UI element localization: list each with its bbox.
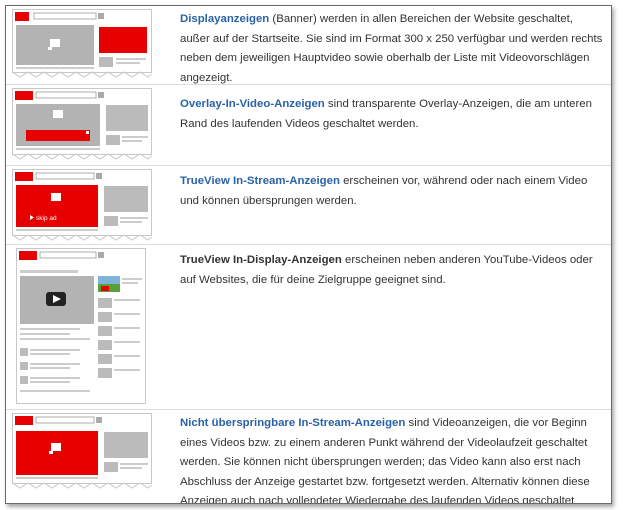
ad-format-description: TrueView In-Display-Anzeigen erscheinen … bbox=[180, 251, 604, 290]
youtube-logo-icon bbox=[15, 91, 33, 100]
ad-format-text: sind Videoanzeigen, die vor Beginn eines… bbox=[180, 417, 590, 504]
ad-format-row-non-skippable: Nicht überspringbare In-Stream-Anzeigen … bbox=[6, 410, 611, 503]
youtube-logo-icon bbox=[19, 251, 37, 260]
ad-format-description: Overlay-In-Video-Anzeigen sind transpare… bbox=[180, 95, 604, 134]
ad-format-description: TrueView In-Stream-Anzeigen erscheinen v… bbox=[180, 172, 604, 211]
ad-format-row-trueview-instream: skip ad TrueView In-Stream-Anzeigen ersc… bbox=[6, 166, 611, 245]
banner-ad-box bbox=[99, 27, 147, 53]
instream-ad-illustration: skip ad bbox=[12, 169, 152, 241]
ad-formats-table: Displayanzeigen (Banner) werden in allen… bbox=[5, 5, 612, 504]
ad-format-title[interactable]: Displayanzeigen bbox=[180, 13, 269, 25]
camera-icon bbox=[53, 110, 63, 118]
indisplay-ad-illustration bbox=[16, 248, 146, 404]
ad-format-title[interactable]: Nicht überspringbare In-Stream-Anzeigen bbox=[180, 417, 405, 429]
ad-format-title[interactable]: Overlay-In-Video-Anzeigen bbox=[180, 98, 325, 110]
ad-format-title: TrueView In-Display-Anzeigen bbox=[180, 254, 342, 266]
camera-icon bbox=[51, 443, 61, 451]
camera-icon bbox=[51, 193, 61, 201]
ad-format-row-trueview-indisplay: TrueView In-Display-Anzeigen erscheinen … bbox=[6, 245, 611, 410]
overlay-ad-illustration bbox=[12, 88, 152, 160]
ad-format-row-overlay: Overlay-In-Video-Anzeigen sind transpare… bbox=[6, 85, 611, 166]
camera-icon bbox=[50, 39, 60, 47]
ad-format-title[interactable]: TrueView In-Stream-Anzeigen bbox=[180, 175, 340, 187]
ad-format-row-display: Displayanzeigen (Banner) werden in allen… bbox=[6, 6, 611, 85]
skip-ad-label: skip ad bbox=[36, 215, 57, 222]
youtube-logo-icon bbox=[15, 172, 33, 181]
ad-format-description: Nicht überspringbare In-Stream-Anzeigen … bbox=[180, 414, 604, 504]
overlay-ad-bar bbox=[26, 130, 90, 141]
ad-format-description: Displayanzeigen (Banner) werden in allen… bbox=[180, 10, 604, 88]
display-ad-illustration bbox=[12, 9, 152, 78]
youtube-logo-icon bbox=[15, 416, 33, 425]
non-skippable-ad-illustration bbox=[12, 413, 152, 489]
instream-video-ad bbox=[16, 185, 98, 227]
non-skippable-video-ad bbox=[16, 431, 98, 475]
